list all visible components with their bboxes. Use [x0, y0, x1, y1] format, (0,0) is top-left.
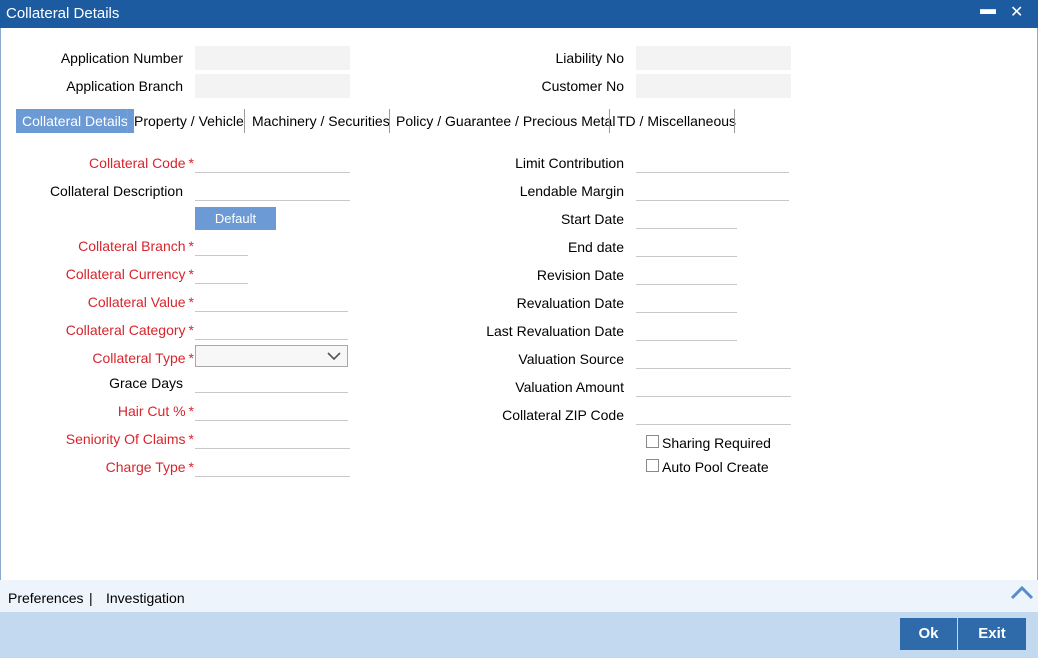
footer-links-bar: Preferences | Investigation [0, 580, 1038, 612]
preferences-link[interactable]: Preferences [8, 590, 83, 606]
liability-no-label: Liability No [555, 50, 624, 66]
customer-no-label: Customer No [541, 78, 624, 94]
default-button[interactable]: Default [195, 207, 276, 230]
chevron-down-icon [327, 352, 341, 361]
window-title: Collateral Details [6, 5, 120, 22]
tab-property-vehicle[interactable]: Property / Vehicle [128, 109, 250, 133]
lendable-margin-field[interactable] [636, 179, 789, 201]
revaluation-date-label: Revaluation Date [516, 295, 624, 311]
exit-button[interactable]: Exit [958, 618, 1026, 650]
grace-days-field[interactable] [195, 371, 348, 393]
collateral-currency-label: Collateral Currency * [65, 266, 194, 282]
charge-type-label: Charge Type * [105, 459, 194, 475]
collateral-currency-field[interactable] [195, 262, 248, 284]
collateral-zip-code-field[interactable] [636, 403, 791, 425]
hair-cut-field[interactable] [195, 399, 348, 421]
charge-type-field[interactable] [195, 455, 350, 477]
limit-contribution-field[interactable] [636, 151, 789, 173]
seniority-of-claims-label: Seniority Of Claims * [65, 431, 194, 447]
revision-date-field[interactable] [636, 263, 737, 285]
sharing-required-label: Sharing Required [662, 435, 771, 451]
start-date-field[interactable] [636, 207, 737, 229]
revision-date-label: Revision Date [536, 267, 624, 283]
valuation-amount-field[interactable] [636, 375, 791, 397]
chevron-up-icon[interactable] [1010, 584, 1034, 602]
valuation-source-field[interactable] [636, 347, 791, 369]
collateral-description-label: Collateral Description [49, 183, 183, 199]
hair-cut-label: Hair Cut % * [117, 403, 194, 419]
application-number-field[interactable] [195, 46, 350, 70]
auto-pool-create-label: Auto Pool Create [662, 459, 769, 475]
application-branch-label: Application Branch [66, 78, 183, 94]
end-date-field[interactable] [636, 235, 737, 257]
collateral-category-label: Collateral Category * [65, 322, 194, 338]
valuation-source-label: Valuation Source [518, 351, 624, 367]
lendable-margin-label: Lendable Margin [519, 183, 624, 199]
tab-td-miscellaneous[interactable]: TD / Miscellaneous [611, 109, 742, 133]
last-revaluation-date-field[interactable] [636, 319, 737, 341]
close-icon[interactable]: ✕ [1010, 2, 1023, 22]
tab-machinery-securities[interactable]: Machinery / Securities [246, 109, 396, 133]
last-revaluation-date-label: Last Revaluation Date [486, 323, 624, 339]
collateral-zip-code-label: Collateral ZIP Code [502, 407, 624, 423]
collateral-type-label: Collateral Type * [92, 350, 194, 366]
application-branch-field[interactable] [195, 74, 350, 98]
seniority-of-claims-field[interactable] [195, 427, 350, 449]
collateral-branch-label: Collateral Branch * [78, 238, 194, 254]
tab-policy-guarantee-precious-metal[interactable]: Policy / Guarantee / Precious Metal [390, 109, 621, 133]
tab-separator [244, 109, 245, 133]
collateral-value-label: Collateral Value * [87, 294, 194, 310]
auto-pool-create-checkbox[interactable] [646, 459, 659, 472]
sharing-required-checkbox[interactable] [646, 435, 659, 448]
liability-no-field[interactable] [636, 46, 791, 70]
application-number-label: Application Number [60, 50, 183, 66]
collateral-description-field[interactable] [195, 179, 350, 201]
minimize-icon[interactable]: ▬ [980, 1, 996, 19]
valuation-amount-label: Valuation Amount [515, 379, 624, 395]
grace-days-label: Grace Days [109, 375, 183, 391]
collateral-value-field[interactable] [195, 290, 348, 312]
collateral-code-field[interactable] [195, 151, 350, 173]
revaluation-date-field[interactable] [636, 291, 737, 313]
collateral-category-field[interactable] [195, 318, 348, 340]
customer-no-field[interactable] [636, 74, 791, 98]
ok-button[interactable]: Ok [900, 618, 957, 650]
footer-button-bar: Ok Exit [0, 612, 1038, 658]
footer-separator: | [89, 590, 93, 606]
collateral-type-select[interactable] [195, 345, 348, 367]
end-date-label: End date [567, 239, 624, 255]
tab-separator [609, 109, 610, 133]
tab-separator [734, 109, 735, 133]
tab-collateral-details[interactable]: Collateral Details [16, 109, 134, 133]
collateral-branch-field[interactable] [195, 234, 248, 256]
investigation-link[interactable]: Investigation [106, 590, 185, 606]
start-date-label: Start Date [560, 211, 624, 227]
collateral-code-label: Collateral Code * [89, 155, 194, 171]
limit-contribution-label: Limit Contribution [515, 155, 624, 171]
window-title-bar: Collateral Details ▬ ✕ [0, 0, 1038, 28]
